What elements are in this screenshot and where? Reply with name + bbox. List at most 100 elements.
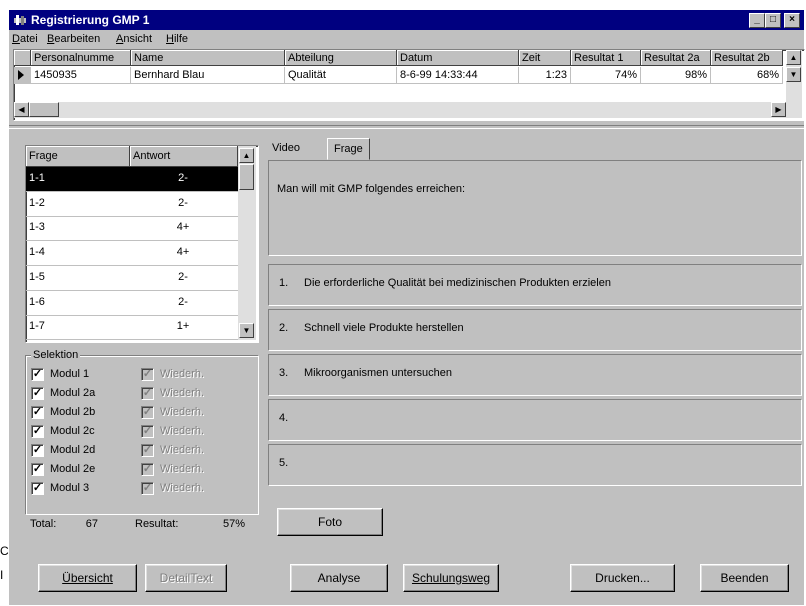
answer-number: 1. [279, 277, 289, 289]
close-icon[interactable]: × [784, 13, 800, 28]
col-header-frage[interactable]: Frage [26, 146, 130, 167]
splitter[interactable] [9, 125, 804, 129]
scroll-right-icon[interactable]: ▶ [771, 102, 786, 117]
table-cell[interactable]: 68% [711, 67, 783, 84]
drucken-button[interactable]: Drucken... [570, 564, 675, 592]
table-cell[interactable]: 74% [571, 67, 641, 84]
table-cell[interactable]: Qualität [285, 67, 397, 84]
table-cell[interactable]: 8-6-99 14:33:44 [397, 67, 519, 84]
scroll-down-icon[interactable]: ▼ [239, 323, 254, 338]
minimize-icon[interactable]: _ [749, 13, 765, 28]
answer-option-1[interactable]: 1. Die erforderliche Qualität bei medizin… [268, 264, 802, 306]
analyse-button[interactable]: Analyse [290, 564, 388, 592]
question-id: 1-3 [29, 221, 45, 234]
module-checkbox[interactable]: ✓ [31, 406, 44, 419]
col-header-zeit[interactable]: Zeit [519, 50, 571, 66]
grid-vscrollbar[interactable]: ▲ ▼ [786, 50, 802, 102]
question-answer: 2- [178, 295, 188, 308]
title-bar[interactable]: Registrierung GMP 1 _ □ × [9, 10, 804, 30]
result-value: 57% [222, 518, 245, 530]
module-checkbox[interactable]: ✓ [31, 425, 44, 438]
col-header-abteilung[interactable]: Abteilung [285, 50, 397, 66]
question-row[interactable]: 1-5 2- [26, 266, 238, 291]
table-cell[interactable]: 1450935 [31, 67, 131, 84]
repeat-checkbox[interactable]: ✓ [141, 387, 154, 400]
question-answer: 2- [178, 172, 188, 184]
repeat-checkbox[interactable]: ✓ [141, 425, 154, 438]
answer-option-2[interactable]: 2. Schnell viele Produkte herstellen [268, 309, 802, 351]
question-answer: 1+ [176, 320, 190, 333]
question-row[interactable]: 1-3 4+ [26, 216, 238, 242]
question-panel: Man will mit GMP folgendes erreichen: [268, 160, 802, 256]
maximize-icon[interactable]: □ [765, 13, 781, 28]
answer-option-4[interactable]: 4. [268, 399, 802, 441]
repeat-checkbox[interactable]: ✓ [141, 463, 154, 476]
question-vscrollbar[interactable]: ▲ ▼ [238, 146, 256, 340]
col-header-antwort[interactable]: Antwort [130, 146, 238, 167]
module-checkbox[interactable]: ✓ [31, 482, 44, 495]
table-cell[interactable]: 1:23 [519, 67, 571, 84]
repeat-label: Wiederh. [160, 482, 205, 494]
menu-datei[interactable]: Datei [12, 33, 38, 45]
schulungsweg-label: Schulungsweg [411, 571, 491, 585]
col-header-resultat-2a[interactable]: Resultat 2a [641, 50, 711, 66]
scroll-left-icon[interactable]: ◀ [14, 102, 29, 117]
col-header-datum[interactable]: Datum [397, 50, 519, 66]
menu-bearbeiten[interactable]: Bearbeiten [47, 33, 100, 45]
records-grid[interactable]: Personalnumme Name Abteilung Datum Zeit … [13, 49, 805, 121]
col-header-personalnummer[interactable]: Personalnumme [31, 50, 131, 66]
module-label: Modul 2a [50, 387, 96, 399]
repeat-checkbox[interactable]: ✓ [141, 368, 154, 381]
answer-text: Schnell viele Produkte herstellen [304, 322, 464, 334]
total-value: 67 [85, 518, 98, 530]
repeat-checkbox[interactable]: ✓ [141, 444, 154, 457]
table-cell[interactable]: Bernhard Blau [131, 67, 285, 84]
question-row[interactable]: 1-1 2- [26, 167, 238, 192]
repeat-checkbox[interactable]: ✓ [141, 406, 154, 419]
module-checkbox[interactable]: ✓ [31, 387, 44, 400]
table-cell[interactable]: 98% [641, 67, 711, 84]
module-checkbox[interactable]: ✓ [31, 444, 44, 457]
repeat-label: Wiederh. [160, 463, 205, 475]
answer-number: 3. [279, 367, 289, 379]
row-indicator[interactable] [14, 67, 31, 84]
question-row[interactable]: 1-4 4+ [26, 241, 238, 267]
question-id: 1-6 [29, 295, 45, 308]
question-row[interactable]: 1-2 2- [26, 192, 238, 217]
menu-bar: Datei Bearbeiten Ansicht Hilfe [9, 31, 804, 48]
question-row[interactable]: 1-7 1+ [26, 315, 238, 341]
detailtext-button[interactable]: DetailText [145, 564, 227, 592]
answer-option-3[interactable]: 3. Mikroorganismen untersuchen [268, 354, 802, 396]
scroll-thumb[interactable] [29, 102, 59, 117]
schulungsweg-button[interactable]: Schulungsweg [403, 564, 499, 592]
col-header-resultat-2b[interactable]: Resultat 2b [711, 50, 783, 66]
scroll-thumb[interactable] [239, 164, 254, 190]
question-id: 1-2 [29, 196, 45, 209]
scroll-up-icon[interactable]: ▲ [239, 148, 254, 163]
repeat-label: Wiederh. [160, 444, 205, 456]
question-list[interactable]: Frage Antwort 1-1 2- 1-2 2- 1-3 4+ 1-4 4+ 1-5 2- 1… [25, 145, 259, 343]
scroll-up-icon[interactable]: ▲ [786, 50, 801, 65]
answer-text: Mikroorganismen untersuchen [304, 367, 452, 379]
answer-option-5[interactable]: 5. [268, 444, 802, 486]
col-header-resultat-1[interactable]: Resultat 1 [571, 50, 641, 66]
uebersicht-button[interactable]: Übersicht [38, 564, 137, 592]
tab-frage[interactable]: Frage [327, 138, 370, 160]
menu-hilfe[interactable]: Hilfe [166, 33, 188, 45]
beenden-button[interactable]: Beenden [700, 564, 789, 592]
menu-ansicht[interactable]: Ansicht [116, 33, 152, 45]
app-icon [13, 13, 27, 27]
question-row[interactable]: 1-6 2- [26, 291, 238, 316]
repeat-checkbox[interactable]: ✓ [141, 482, 154, 495]
tab-video[interactable]: Video [266, 138, 306, 158]
scroll-down-icon[interactable]: ▼ [786, 67, 801, 82]
total-label: Total: [30, 518, 57, 530]
question-id: 1-5 [29, 270, 45, 283]
module-label: Modul 3 [50, 482, 90, 494]
edge-fragment-1: C [0, 544, 9, 558]
module-checkbox[interactable]: ✓ [31, 463, 44, 476]
module-checkbox[interactable]: ✓ [31, 368, 44, 381]
col-header-name[interactable]: Name [131, 50, 285, 66]
grid-hscrollbar[interactable]: ◀ ▶ [14, 102, 802, 118]
foto-button[interactable]: Foto [277, 508, 383, 536]
